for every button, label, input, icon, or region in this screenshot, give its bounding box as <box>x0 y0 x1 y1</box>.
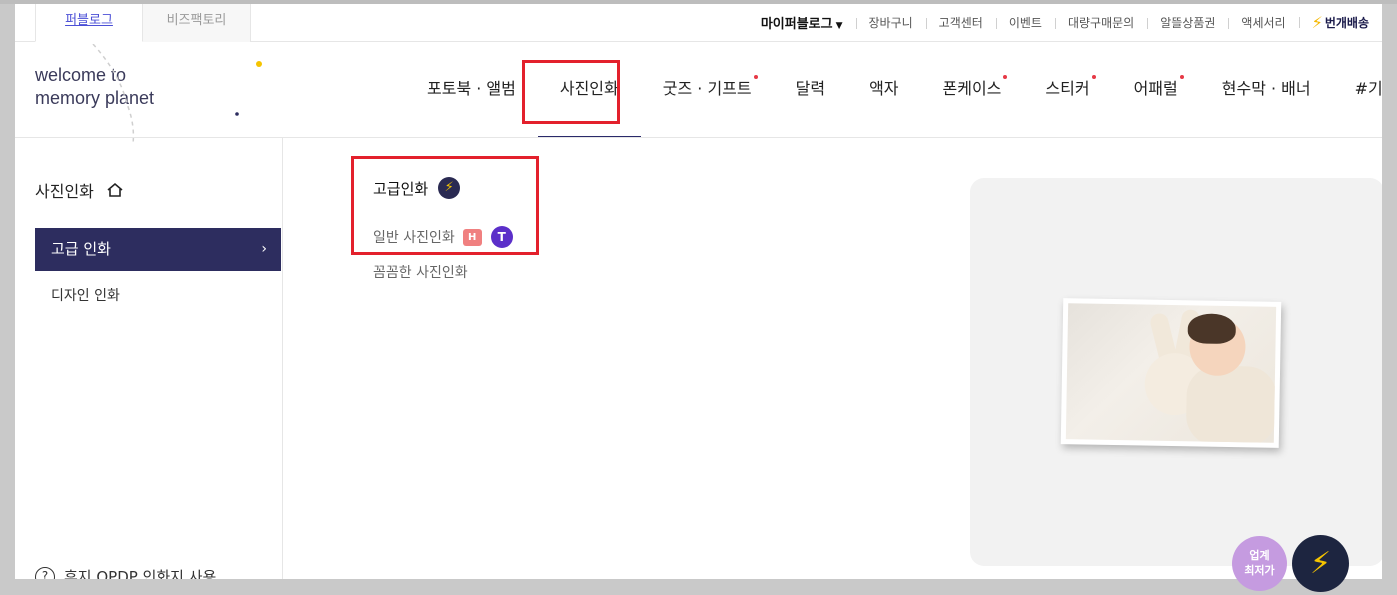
caret-down-icon: ▼ <box>835 20 843 31</box>
lowest-price-line2: 최저가 <box>1244 564 1275 577</box>
baby-photo-image <box>1065 303 1277 443</box>
sidebar-item-label: 디자인 인화 <box>51 288 120 304</box>
my-publog-label: 마이퍼블로그 <box>760 16 833 32</box>
gift-card-link[interactable]: 알뜰상품권 <box>1147 14 1228 31</box>
nav-photobook-label: 포토북 · 앨범 <box>427 79 516 98</box>
accessory-link[interactable]: 액세서리 <box>1228 14 1298 31</box>
promo-panel[interactable] <box>970 178 1382 566</box>
nav-banner-label: 현수막 · 배너 <box>1221 79 1311 98</box>
customer-center-link[interactable]: 고객센터 <box>925 14 996 31</box>
t-badge: T <box>490 226 513 248</box>
sidebar: 사진인화 고급 인화 › 디자인 인화 ? 후지 QPDP 인화지 사용 <box>15 138 283 579</box>
paper-info: ? 후지 QPDP 인화지 사용 <box>35 566 216 579</box>
home-icon[interactable] <box>106 182 124 198</box>
nav-goods-gift[interactable]: 굿즈 · 기프트 <box>641 42 774 138</box>
lowest-price-line1: 업계 <box>1249 549 1270 562</box>
event-link[interactable]: 이벤트 <box>995 14 1055 31</box>
baby-body <box>1185 365 1277 443</box>
submenu-link-careful-print[interactable]: 꼼꼼한 사진인화 <box>373 262 468 282</box>
paper-info-label: 후지 QPDP 인화지 사용 <box>64 568 217 579</box>
site-tab-publog[interactable]: 퍼블로그 <box>35 4 143 42</box>
util-links: 마이퍼블로그 ▼ 장바구니 고객센터 이벤트 대량구매문의 알뜰상품권 액세서리 … <box>748 11 1382 33</box>
sidebar-title-label: 사진인화 <box>35 182 94 201</box>
highlight-box-nav <box>522 60 620 124</box>
sample-photo-print <box>1060 298 1282 448</box>
nav-promotion-label: #기획전 <box>1354 79 1382 98</box>
nav-phone-case-label: 폰케이스 <box>942 79 1002 98</box>
submenu-title-label: 고급인화 <box>373 179 429 198</box>
new-dot <box>1003 75 1008 79</box>
baby-hair <box>1187 313 1237 345</box>
nav-apparel[interactable]: 어패럴 <box>1112 42 1200 138</box>
fast-delivery-link[interactable]: ⚡ 번개배송 <box>1298 12 1382 32</box>
nav-sticker-label: 스티커 <box>1045 79 1090 98</box>
site-tab-bizfactory[interactable]: 비즈팩토리 <box>143 4 251 42</box>
sidebar-item-label: 고급 인화 <box>51 240 111 258</box>
lightning-icon: ⚡ <box>1311 12 1323 32</box>
utility-bar: 퍼블로그 비즈팩토리 마이퍼블로그 ▼ 장바구니 고객센터 이벤트 대량구매문의 … <box>15 4 1382 42</box>
nav-banner[interactable]: 현수막 · 배너 <box>1200 42 1333 138</box>
page: 퍼블로그 비즈팩토리 마이퍼블로그 ▼ 장바구니 고객센터 이벤트 대량구매문의 … <box>15 4 1382 579</box>
nav-frame-label: 액자 <box>869 79 899 98</box>
lightning-icon: ⚡ <box>1309 546 1332 581</box>
submenu-link-standard-print[interactable]: 일반 사진인화 H T <box>373 226 513 248</box>
new-dot <box>753 75 758 79</box>
nav-promotion[interactable]: #기획전 <box>1333 42 1382 138</box>
nav-goods-gift-label: 굿즈 · 기프트 <box>662 79 752 98</box>
chevron-right-icon: › <box>261 241 267 257</box>
sidebar-title: 사진인화 <box>35 178 124 202</box>
bulk-order-link[interactable]: 대량구매문의 <box>1054 14 1147 31</box>
sidebar-item-premium-print[interactable]: 고급 인화 › <box>35 228 281 271</box>
question-icon[interactable]: ? <box>35 566 55 579</box>
sidebar-item-design-print[interactable]: 디자인 인화 <box>35 275 281 318</box>
nav-calendar[interactable]: 달력 <box>774 42 847 138</box>
cart-link[interactable]: 장바구니 <box>855 14 926 31</box>
hot-badge: H <box>462 228 482 246</box>
nav-photobook[interactable]: 포토북 · 앨범 <box>405 42 538 138</box>
fast-delivery-label: 번개배송 <box>1324 15 1369 30</box>
nav-calendar-label: 달력 <box>795 79 826 98</box>
lowest-price-badge[interactable]: 업계 최저가 <box>1232 536 1287 591</box>
nav-sticker[interactable]: 스티커 <box>1023 42 1111 138</box>
submenu-title[interactable]: 고급인화 ⚡ <box>373 177 461 199</box>
nav-phone-case[interactable]: 폰케이스 <box>921 42 1024 138</box>
logo-orbit-decoration <box>92 44 262 144</box>
submenu-link-label: 일반 사진인화 <box>373 230 455 246</box>
nav-frame[interactable]: 액자 <box>847 42 920 138</box>
nav-apparel-label: 어패럴 <box>1133 79 1178 98</box>
fast-delivery-float-button[interactable]: ⚡ <box>1292 535 1349 592</box>
lightning-icon: ⚡ <box>438 177 461 199</box>
new-dot <box>1179 75 1184 79</box>
submenu-link-label: 꼼꼼한 사진인화 <box>373 265 468 281</box>
new-dot <box>1091 75 1096 79</box>
my-publog-link[interactable]: 마이퍼블로그 ▼ <box>748 13 856 32</box>
